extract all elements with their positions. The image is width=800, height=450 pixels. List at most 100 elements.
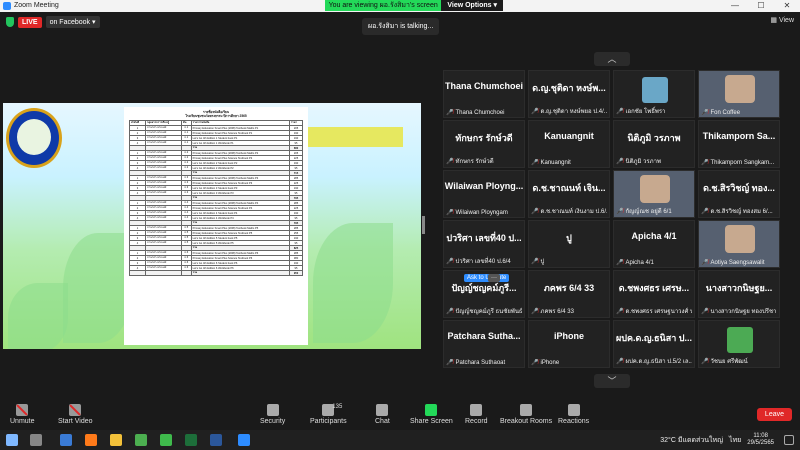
muted-mic-icon: 🎤̸: [616, 108, 624, 115]
meeting-toolbar: Unmute Start Video Security 135 Participa…: [0, 402, 800, 430]
participant-tile[interactable]: ด.ชพงศธร เศรษ... 🎤̸ ด.ชพงศธร เศรษฐนาวงศ์ ป…: [613, 270, 695, 318]
participant-tile[interactable]: นิติภูมิ วรภาพ 🎤̸ นิติภูมิ วรภาพ: [613, 120, 695, 168]
gallery-prev-button[interactable]: ︿: [594, 52, 630, 66]
participant-tile[interactable]: Thikamporn Sa... 🎤̸ Thikamporn Sangkam...: [698, 120, 780, 168]
record-button[interactable]: Record: [465, 404, 488, 425]
muted-mic-icon: 🎤̸: [446, 210, 454, 216]
participant-tile[interactable]: ปู 🎤̸ ปู: [528, 220, 610, 268]
participant-name: ภคพร 6/4 33: [540, 309, 574, 315]
participant-tile[interactable]: ผปค.ด.ญ.ธนิสา ป... 🎤̸ ผปค.ด.ญ.ธนิสา ป.5/2 …: [613, 320, 695, 368]
muted-mic-icon: 🎤̸: [446, 110, 454, 116]
participant-big-name: ด.ชพงศธร เศรษ...: [618, 283, 690, 293]
view-options-button[interactable]: View Options ▾: [441, 0, 503, 11]
participant-tile[interactable]: ภคพร 6/4 33 🎤̸ ภคพร 6/4 33: [528, 270, 610, 318]
participant-name: ด.ช.ชาณนท์ เงินงาม ป.6/...: [540, 209, 607, 215]
participant-big-name: นางสาวกนิษฐย...: [705, 283, 773, 293]
security-button[interactable]: Security: [260, 404, 285, 425]
participant-big-name: Patchara Sutha...: [447, 331, 521, 341]
participant-name-label: 🎤̸ Wilaiwan Ployngam: [446, 209, 522, 217]
close-button[interactable]: ✕: [774, 0, 800, 12]
minimize-button[interactable]: —: [722, 0, 748, 12]
participant-tile[interactable]: 🎤̸ เอกชัย โพธิ์พรา: [613, 70, 695, 118]
muted-mic-icon: 🎤̸: [616, 158, 624, 165]
participant-tile[interactable]: นางสาวกนิษฐย... 🎤̸ นางสาวกนิษฐย ทองปรีชา: [698, 270, 780, 318]
muted-mic-icon: 🎤̸: [446, 258, 454, 265]
avatar: [727, 327, 753, 353]
breakout-rooms-button[interactable]: Breakout Rooms: [500, 404, 552, 425]
language-indicator[interactable]: ไทย: [729, 435, 741, 446]
table-cell: [144, 270, 182, 276]
participant-tile[interactable]: ทักษกร รักษ์วดี 🎤̸ ทักษกร รักษ์วดี: [443, 120, 525, 168]
participant-name-label: 🎤̸ ทักษกร รักษ์วดี: [446, 156, 522, 166]
muted-mic-icon: 🎤̸: [531, 360, 539, 366]
participant-tile[interactable]: 🎤̸ กัญญ์ณช อยู่ดี 6/1: [613, 170, 695, 218]
participant-name: Apicha 4/1: [625, 259, 654, 266]
system-tray: 32°C มีแดดส่วนใหญ่ ไทย 11:08 29/5/2565: [660, 433, 774, 447]
platform-label: on Facebook: [49, 19, 91, 26]
participant-name-label: 🎤̸ Fon Coffee: [701, 109, 777, 117]
participant-tile[interactable]: 🎤̸ Aotiya Saengsawalit: [698, 220, 780, 268]
participant-tile[interactable]: ด.ญ.ชุติดา หงษ์พ... 🎤̸ ด.ญ.ชุติดา หงษ์พยอ …: [528, 70, 610, 118]
line-app-icon[interactable]: [185, 434, 197, 446]
time: 11:08: [753, 433, 768, 439]
muted-mic-icon: 🎤̸: [531, 208, 539, 215]
live-platform-dropdown[interactable]: on Facebook ▾: [45, 16, 100, 28]
reaction-icon: [567, 404, 580, 416]
participant-tile[interactable]: iPhone 🎤̸ iPhone: [528, 320, 610, 368]
view-button[interactable]: ▦ View: [770, 16, 794, 24]
edge-icon[interactable]: [60, 434, 72, 446]
leave-button[interactable]: Leave: [756, 408, 792, 421]
window-title: Zoom Meeting: [14, 2, 59, 9]
participants-button[interactable]: 135 Participants: [310, 404, 347, 425]
people-icon: 135: [322, 404, 342, 416]
participant-tile[interactable]: 🎤̸ Fon Coffee: [698, 70, 780, 118]
unmute-button[interactable]: Unmute: [10, 404, 35, 425]
splitter-handle[interactable]: [422, 216, 425, 234]
shield-icon[interactable]: [6, 17, 14, 27]
participant-tile[interactable]: Thana Chumchoei 🎤̸ Thana Chumchoei: [443, 70, 525, 118]
participant-tile[interactable]: Wilaiwan Ployng... 🎤̸ Wilaiwan Ployngam: [443, 170, 525, 218]
participant-name-label: 🎤̸ นิติภูมิ วรภาพ: [616, 156, 692, 166]
chat-label: Chat: [375, 418, 390, 425]
muted-mic-icon: 🎤̸: [701, 308, 709, 315]
table-cell: 950: [288, 270, 304, 276]
participant-tile[interactable]: Ask to Unmute ··· ปัญญ์ชญคม์ภูรี... 🎤̸ ปัญญ์…: [443, 270, 525, 318]
top-left-status: LIVE on Facebook ▾: [6, 16, 100, 28]
start-video-button[interactable]: Start Video: [58, 404, 93, 425]
participant-tile[interactable]: ปวริศา เลขที่40 ป... 🎤̸ ปวริศา เลขที่40 ป.…: [443, 220, 525, 268]
reactions-button[interactable]: Reactions: [558, 404, 589, 425]
gallery-next-button[interactable]: ﹀: [594, 374, 630, 388]
participant-name-label: 🎤̸ ปัญญ์ชญคม์ภูรี ธนชัยพันธ์: [446, 306, 522, 316]
share-screen-label: Share Screen: [410, 418, 453, 425]
participant-name-label: 🎤̸ Kanuangnit: [531, 159, 607, 167]
task-view-icon[interactable]: [30, 434, 42, 446]
muted-mic-icon: 🎤̸: [446, 308, 454, 315]
view-label: View: [778, 17, 794, 24]
clock[interactable]: 11:08 29/5/2565: [747, 433, 774, 447]
viewing-banner: You are viewing ผอ.รังสิมา's screen View…: [325, 0, 503, 11]
participant-tile[interactable]: ด.ช.สิรวิชญ์ ทอง... 🎤̸ ด.ช.สิรวิชญ์ ทองสม …: [698, 170, 780, 218]
start-icon[interactable]: [6, 434, 18, 446]
participant-tile[interactable]: 🎤̸ วัชนย ศรีพัฒน์: [698, 320, 780, 368]
file-explorer-icon[interactable]: [110, 434, 122, 446]
notification-icon[interactable]: [784, 435, 794, 445]
participant-tile[interactable]: Kanuangnit 🎤̸ Kanuangnit: [528, 120, 610, 168]
firefox-icon[interactable]: [85, 434, 97, 446]
start-video-label: Start Video: [58, 418, 93, 425]
participant-tile[interactable]: Apicha 4/1 🎤̸ Apicha 4/1: [613, 220, 695, 268]
table-cell: [129, 270, 146, 276]
participant-tile[interactable]: ด.ช.ชาณนท์ เจิน... 🎤̸ ด.ช.ชาณนท์ เงินงาม ป…: [528, 170, 610, 218]
participant-tile[interactable]: Patchara Sutha... 🎤̸ Patchara Suthaoat: [443, 320, 525, 368]
word-icon[interactable]: [210, 434, 222, 446]
line-icon[interactable]: [160, 434, 172, 446]
muted-mic-icon: 🎤̸: [701, 110, 709, 116]
participants-label: Participants: [310, 418, 347, 425]
chrome-icon[interactable]: [135, 434, 147, 446]
chat-button[interactable]: Chat: [375, 404, 390, 425]
avatar: [642, 77, 668, 103]
maximize-button[interactable]: ☐: [748, 0, 774, 12]
zoom-taskbar-icon[interactable]: [238, 434, 250, 446]
share-screen-button[interactable]: Share Screen: [410, 404, 453, 425]
participant-name-label: 🎤̸ ด.ชพงศธร เศรษฐนาวงศ์ ป...: [616, 306, 692, 316]
participant-name-label: 🎤̸ iPhone: [531, 359, 607, 367]
